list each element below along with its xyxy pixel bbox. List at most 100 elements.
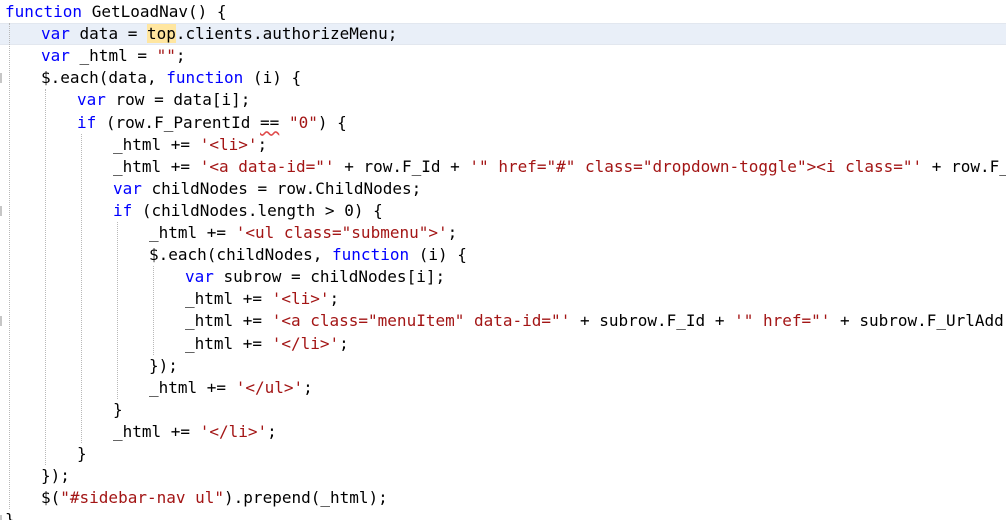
code-line-text: _html += '</ul>';: [149, 377, 313, 399]
code-token: (i) {: [409, 245, 467, 265]
code-line[interactable]: $.each(data, function (i) {: [0, 67, 1006, 89]
code-token: var: [77, 90, 106, 110]
code-token: _html +=: [185, 289, 272, 309]
code-token: '" href="#" class="dropdown-toggle"><i c…: [469, 156, 923, 176]
code-line[interactable]: });: [0, 465, 1006, 487]
code-token: "0": [288, 112, 318, 132]
code-line[interactable]: var subrow = childNodes[i];: [0, 266, 1006, 288]
code-token: ;: [267, 421, 277, 441]
code-line[interactable]: }: [0, 509, 1006, 520]
code-line[interactable]: _html += '<ul class="submenu">';: [0, 222, 1006, 244]
code-line[interactable]: _html += '<a data-id="' + row.F_Id + '" …: [0, 156, 1006, 178]
code-line[interactable]: _html += '</li>';: [0, 421, 1006, 443]
code-token: "": [156, 46, 176, 66]
code-token: }: [5, 510, 15, 520]
code-line-text: _html += '<li>';: [185, 288, 339, 310]
code-token: ).prepend(_html);: [224, 488, 388, 508]
indent-guide: [117, 222, 118, 399]
code-line[interactable]: _html += '</ul>';: [0, 377, 1006, 399]
code-token: var: [41, 24, 70, 44]
code-line[interactable]: var data = top.clients.authorizeMenu;: [0, 23, 1006, 46]
indent-guide: [153, 266, 154, 355]
code-token: });: [41, 466, 70, 486]
code-token: row = data[i];: [105, 90, 251, 110]
code-token: _html +=: [113, 421, 200, 441]
code-token: $.each(data,: [41, 68, 167, 88]
code-line[interactable]: }: [0, 399, 1006, 421]
code-token: GetLoadNav() {: [82, 2, 227, 21]
code-line-text: _html += '<a class="menuItem" data-id="'…: [185, 310, 1006, 332]
code-token: });: [149, 355, 178, 375]
code-token: ;: [329, 289, 340, 309]
code-token: ) {: [317, 112, 347, 132]
code-line-text: _html += '</li>';: [185, 333, 349, 355]
code-token: "#sidebar-nav ul": [60, 488, 225, 508]
code-token: var: [41, 46, 70, 66]
code-line-text: _html += '<li>';: [113, 134, 267, 156]
code-token: + row.F_Icon +: [931, 156, 1006, 176]
code-line[interactable]: _html += '</li>';: [0, 333, 1006, 355]
code-line[interactable]: if (childNodes.length > 0) {: [0, 200, 1006, 222]
code-token: childNodes = row.ChildNodes;: [141, 178, 422, 198]
code-line-text: if (row.F_ParentId == "0") {: [77, 112, 347, 134]
code-token: (i) {: [243, 68, 302, 88]
code-token: + row.F_Id +: [334, 156, 470, 176]
code-token: function: [332, 245, 410, 265]
code-token: '</li>': [199, 421, 268, 441]
code-line-text: }: [113, 399, 123, 421]
code-token: ;: [175, 46, 186, 66]
code-token: _html =: [69, 46, 157, 66]
indent-guide: [45, 89, 46, 466]
code-line[interactable]: var _html = "";: [0, 45, 1006, 67]
code-token: function: [5, 2, 83, 21]
code-token: $(: [41, 488, 61, 508]
code-line[interactable]: });: [0, 355, 1006, 377]
code-line-text: $.each(childNodes, function (i) {: [149, 244, 467, 266]
code-line[interactable]: var childNodes = row.ChildNodes;: [0, 178, 1006, 200]
code-line-text: var childNodes = row.ChildNodes;: [113, 178, 421, 200]
code-line-text: if (childNodes.length > 0) {: [113, 200, 383, 222]
code-token: if: [77, 112, 97, 132]
code-token: '</li>': [271, 333, 340, 353]
indent-guide: [81, 133, 82, 443]
indent-guide: [9, 23, 10, 510]
code-line[interactable]: function GetLoadNav() {: [0, 1, 1006, 23]
code-line[interactable]: _html += '<li>';: [0, 134, 1006, 156]
code-token: if: [113, 200, 133, 220]
code-line[interactable]: _html += '<a class="menuItem" data-id="'…: [0, 310, 1006, 332]
code-token: (row.F_ParentId: [96, 112, 261, 132]
code-line-text: }: [5, 509, 15, 520]
code-token: + subrow.F_UrlAddress +: [840, 311, 1006, 331]
code-token: _html +=: [185, 333, 272, 353]
code-token: subrow = childNodes[i];: [213, 267, 446, 287]
code-token: ==: [260, 112, 280, 132]
code-token: var: [185, 267, 214, 287]
code-line-text: _html += '<a data-id="' + row.F_Id + '" …: [113, 156, 1006, 178]
code-line[interactable]: }: [0, 443, 1006, 465]
code-line-text: var subrow = childNodes[i];: [185, 266, 445, 288]
code-line-text: function GetLoadNav() {: [5, 1, 227, 23]
code-token: _html +=: [113, 156, 200, 176]
code-line[interactable]: _html += '<li>';: [0, 288, 1006, 310]
code-token: function: [166, 68, 244, 88]
code-token: _html +=: [149, 223, 236, 242]
code-line[interactable]: $.each(childNodes, function (i) {: [0, 244, 1006, 266]
code-token: _html +=: [185, 311, 272, 331]
code-line[interactable]: $("#sidebar-nav ul").prepend(_html);: [0, 487, 1006, 509]
code-editor[interactable]: function GetLoadNav() {var data = top.cl…: [0, 0, 1006, 520]
code-line-text: $.each(data, function (i) {: [41, 67, 301, 89]
code-token: '</ul>': [235, 377, 304, 397]
code-line-text: });: [41, 465, 70, 487]
code-token: (childNodes.length > 0) {: [132, 200, 383, 220]
code-token: '<li>': [199, 134, 258, 154]
code-line-text: });: [149, 355, 178, 377]
code-token: ;: [339, 333, 349, 353]
code-line-text: $("#sidebar-nav ul").prepend(_html);: [41, 487, 388, 509]
code-token: + subrow.F_Id +: [570, 311, 735, 331]
code-token: .clients.authorizeMenu;: [175, 24, 398, 44]
code-token: '" href="': [734, 311, 831, 331]
code-line[interactable]: var row = data[i];: [0, 89, 1006, 111]
code-token: data =: [69, 24, 147, 44]
code-line[interactable]: if (row.F_ParentId == "0") {: [0, 112, 1006, 134]
code-token: ;: [257, 134, 268, 154]
